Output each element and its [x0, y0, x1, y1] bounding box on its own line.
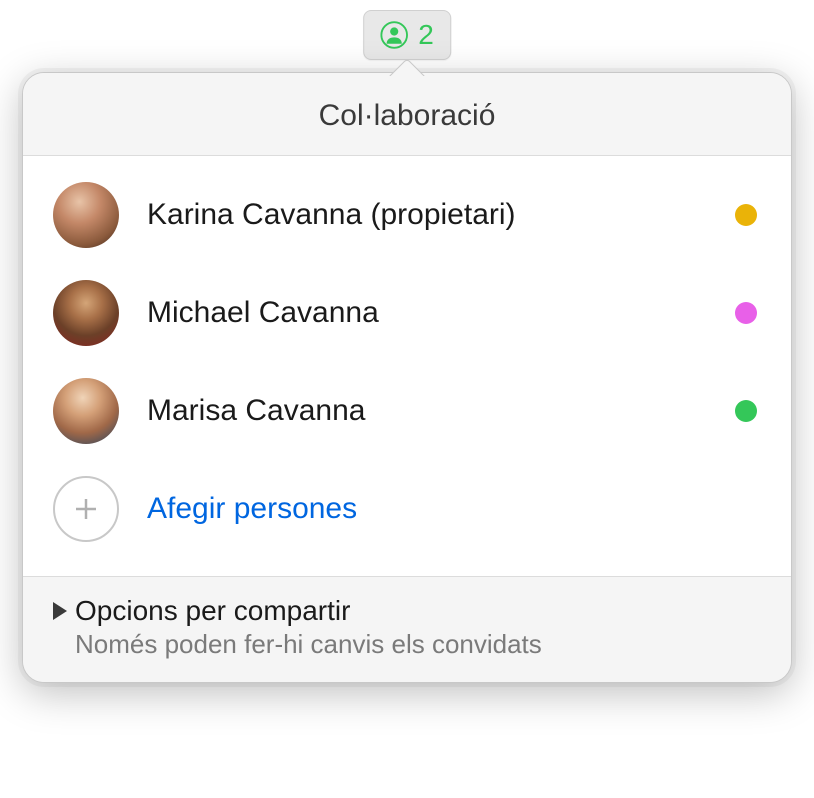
participant-name: Marisa Cavanna: [147, 394, 707, 428]
disclosure-triangle-icon: [53, 602, 67, 620]
popover-arrow: [389, 58, 425, 76]
status-dot: [735, 400, 757, 422]
person-icon: [380, 21, 408, 49]
status-dot: [735, 204, 757, 226]
participants-list: Karina Cavanna (propietari) Michael Cava…: [23, 156, 791, 576]
avatar: [53, 280, 119, 346]
participant-name: Karina Cavanna (propietari): [147, 198, 707, 232]
popover-title: Col·laboració: [23, 73, 791, 156]
participant-row[interactable]: Marisa Cavanna: [23, 362, 791, 460]
participant-row[interactable]: Karina Cavanna (propietari): [23, 166, 791, 264]
avatar: [53, 378, 119, 444]
avatar: [53, 182, 119, 248]
plus-icon: [53, 476, 119, 542]
share-options-section[interactable]: Opcions per compartir Només poden fer-hi…: [23, 576, 791, 682]
collaboration-count: 2: [418, 19, 434, 51]
collaboration-popover: Col·laboració Karina Cavanna (propietari…: [22, 72, 792, 683]
share-options-title: Opcions per compartir: [75, 595, 350, 627]
participant-row[interactable]: Michael Cavanna: [23, 264, 791, 362]
add-people-label: Afegir persones: [147, 492, 357, 526]
status-dot: [735, 302, 757, 324]
collaboration-toolbar-button[interactable]: 2: [363, 10, 451, 60]
add-people-button[interactable]: Afegir persones: [23, 460, 791, 566]
share-options-subtitle: Només poden fer-hi canvis els convidats: [75, 629, 761, 660]
participant-name: Michael Cavanna: [147, 296, 707, 330]
